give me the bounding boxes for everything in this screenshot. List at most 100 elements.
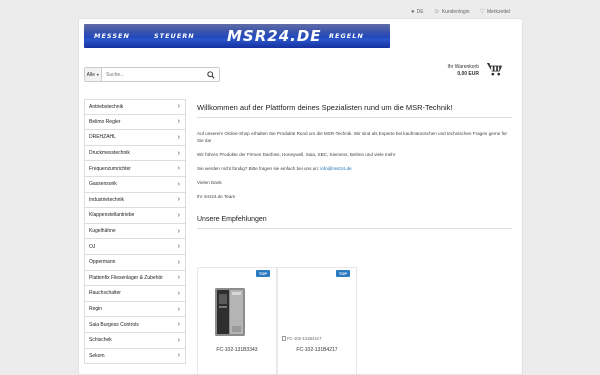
account-link[interactable]: ☺ Kundenlogin <box>434 8 470 15</box>
sidebar-item[interactable]: Industrietechnik › <box>84 192 186 209</box>
site-logo[interactable]: MESSEN STEUERN MSR24.DE REGELN <box>84 24 390 48</box>
logo-word-messen: MESSEN <box>94 32 130 40</box>
product-name[interactable]: FC-102-131B3343 <box>198 347 276 353</box>
wishlist-label: Merkzettel <box>486 8 510 15</box>
product-image-placeholder[interactable]: FC-102-131B4217 <box>282 336 321 341</box>
brands-paragraph: Wir führen Produkte der Firmen Danfoss, … <box>197 152 396 157</box>
chevron-right-icon: › <box>177 133 180 141</box>
top-bar: ● DE ☺ Kundenlogin ♡ Merkzettel <box>411 8 510 16</box>
image-alt-text: FC-102-131B4217 <box>287 336 322 341</box>
thanks-text: Vielen Dank <box>197 180 222 185</box>
sidebar-item[interactable]: Schischek › <box>84 332 186 349</box>
sidebar-item[interactable]: Saia Burgess Controls › <box>84 317 186 333</box>
sidebar-item[interactable]: Frequenzumrichter › <box>84 161 186 177</box>
sidebar-item-label: Oppermann <box>89 259 116 266</box>
sidebar-item-label: Schischek <box>89 337 112 344</box>
chevron-right-icon: › <box>177 165 180 173</box>
top-badge: TOP <box>335 270 350 277</box>
search-input[interactable] <box>102 68 203 81</box>
chevron-right-icon: › <box>177 289 180 297</box>
sidebar-item[interactable]: Oppermann › <box>84 254 186 271</box>
sidebar-item[interactable]: Regin › <box>84 301 186 318</box>
chevron-right-icon: › <box>177 352 180 360</box>
sidebar-item-label: Belimo Regler <box>89 118 121 125</box>
sidebar-item-label: Saia Burgess Controls <box>89 321 139 328</box>
sidebar-item[interactable]: Klappenstellantriebe › <box>84 208 186 224</box>
frequency-converter-image[interactable] <box>213 288 247 336</box>
broken-image-icon <box>282 336 286 341</box>
product-card[interactable]: TOP FC-102-131B3343 ★★★★★ <box>197 267 277 374</box>
cart-sum: 0,00 EUR <box>457 71 479 77</box>
welcome-heading: Willkommen auf der Plattform deines Spez… <box>197 103 512 118</box>
chevron-right-icon: › <box>177 305 180 313</box>
search-category-select[interactable]: Alle ▼ <box>85 68 102 81</box>
sidebar-item-label: Kugelhähne <box>89 228 116 235</box>
sidebar-item-label: Plattenfix Fliesenlager & Zubehör <box>89 274 163 281</box>
chevron-right-icon: › <box>177 118 180 126</box>
account-label: Kundenlogin <box>441 8 470 15</box>
sidebar-item[interactable]: Antriebstechnik › <box>84 99 186 115</box>
sidebar-item[interactable]: DREHZAHL › <box>84 130 186 146</box>
chevron-right-icon: › <box>177 336 180 344</box>
sidebar-item-label: Druckmesstechnik <box>89 150 130 157</box>
chevron-right-icon: › <box>177 211 180 219</box>
caret-down-icon: ▼ <box>95 72 100 77</box>
chevron-right-icon: › <box>177 274 180 282</box>
page-container: MESSEN STEUERN MSR24.DE REGELN Alle ▼ Ih… <box>78 18 523 375</box>
recommendations-heading: Unsere Empfehlungen <box>197 216 512 229</box>
chevron-right-icon: › <box>177 196 180 204</box>
logo-brand: MSR24.DE <box>227 27 322 45</box>
sidebar-item-label: Regin <box>89 306 103 313</box>
wishlist-link[interactable]: ♡ Merkzettel <box>479 8 510 16</box>
cart-label: Ihr Warenkorb <box>447 64 480 70</box>
sidebar-item-label: Klappenstellantriebe <box>89 212 135 219</box>
signature-text: Ihr msr24.de Team <box>197 194 236 199</box>
sidebar-item-label: Rauchschalter <box>89 290 121 297</box>
sidebar-item[interactable]: Kugelhähne › <box>84 223 186 240</box>
chevron-right-icon: › <box>177 243 180 251</box>
language-label: DE <box>416 8 424 15</box>
chevron-right-icon: › <box>177 227 180 235</box>
contact-paragraph: Sie werden nicht fündig? Bitte fragen si… <box>197 165 512 172</box>
product-list: TOP FC-102-131B3343 ★★★★★ TOP FC-102-131… <box>197 267 357 374</box>
search-category-label: Alle <box>86 71 95 78</box>
intro-paragraph: Auf unserem Online-Shop erhalten Sie Pro… <box>197 131 507 143</box>
sidebar-item-label: Sekom <box>89 352 105 359</box>
sidebar-item[interactable]: Plattenfix Fliesenlager & Zubehör › <box>84 270 186 287</box>
chevron-right-icon: › <box>177 258 180 266</box>
heart-icon: ♡ <box>479 9 485 15</box>
logo-word-regeln: REGELN <box>329 32 364 40</box>
sidebar-item-label: OJ <box>89 243 96 250</box>
sidebar-item[interactable]: Gassensorik › <box>84 176 186 193</box>
top-badge: TOP <box>255 270 270 277</box>
language-switch[interactable]: ● DE <box>411 8 424 15</box>
category-sidebar: Antriebstechnik › Belimo Regler › DREHZAHL › D… <box>84 99 186 365</box>
product-card[interactable]: TOP FC-102-131B4217 FC-102-131B4217 ★★★★… <box>277 267 357 374</box>
globe-icon: ● <box>411 8 415 15</box>
sidebar-item[interactable]: Belimo Regler › <box>84 114 186 131</box>
contact-email-link[interactable]: info@msr24.de <box>320 166 351 171</box>
sidebar-item-label: Gassensorik <box>89 181 117 188</box>
sidebar-item-label: Frequenzumrichter <box>89 165 131 172</box>
main-content: Willkommen auf der Plattform deines Spez… <box>197 103 512 229</box>
sidebar-item-label: DREHZAHL <box>89 134 116 141</box>
sidebar-item[interactable]: OJ › <box>84 239 186 255</box>
sidebar-item[interactable]: Rauchschalter › <box>84 286 186 302</box>
search-icon <box>207 70 215 79</box>
cart-summary[interactable]: Ihr Warenkorb 0,00 EUR <box>448 64 480 78</box>
sidebar-item[interactable]: Druckmesstechnik › <box>84 145 186 162</box>
sidebar-item[interactable]: Sekom › <box>84 348 186 365</box>
shopping-cart-icon[interactable] <box>486 61 503 77</box>
product-name[interactable]: FC-102-131B4217 <box>278 347 356 353</box>
search-button[interactable] <box>203 68 219 81</box>
sidebar-item-label: Antriebstechnik <box>89 103 124 110</box>
user-icon: ☺ <box>433 8 440 15</box>
contact-text: Sie werden nicht fündig? Bitte fragen si… <box>197 166 320 171</box>
sidebar-item-label: Industrietechnik <box>89 196 125 203</box>
chevron-right-icon: › <box>177 149 180 157</box>
search-bar: Alle ▼ <box>84 67 220 82</box>
chevron-right-icon: › <box>177 180 180 188</box>
chevron-right-icon: › <box>177 321 180 329</box>
logo-word-steuern: STEUERN <box>154 32 195 40</box>
chevron-right-icon: › <box>177 103 180 111</box>
